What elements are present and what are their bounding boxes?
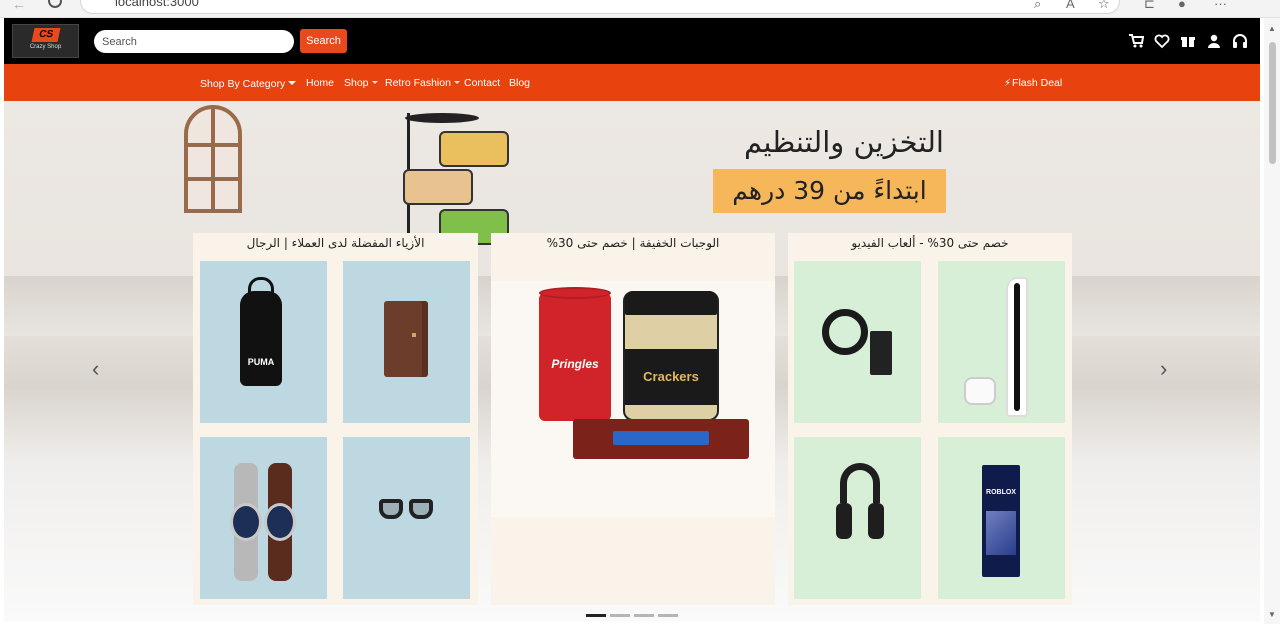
nav-shop[interactable]: Shop <box>344 77 378 89</box>
wallet-image <box>384 301 428 377</box>
page-scrollbar[interactable]: ▲ ▼ <box>1264 18 1280 624</box>
zoom-icon[interactable]: ⌕ <box>1034 0 1041 12</box>
pringles-brand: Pringles <box>551 357 599 371</box>
product-tile-watches[interactable] <box>200 437 327 599</box>
card-title: الأزياء المفضلة لدى العملاء | الرجال <box>246 236 425 250</box>
scroll-up-icon[interactable]: ▲ <box>1268 24 1276 33</box>
search-button[interactable]: Search <box>300 29 347 53</box>
carousel-indicators <box>586 614 678 617</box>
address-bar[interactable]: localhost:3000 <box>80 0 1120 14</box>
promo-card-video-games[interactable]: خصم حتى 30% - ألعاب الفيديو ROBLOX <box>788 233 1072 605</box>
gift-card-image: ROBLOX <box>982 465 1020 577</box>
lightning-icon: ⚡ <box>1004 78 1012 89</box>
nav-flash-deal[interactable]: ⚡Flash Deal <box>1004 77 1062 89</box>
card-title: الوجبات الخفيفة | خصم حتى 30% <box>546 236 720 250</box>
gift-icon[interactable] <box>1180 33 1196 49</box>
user-icon[interactable] <box>1206 33 1222 49</box>
browser-toolbar: ← localhost:3000 ⌕ A ☆ ⊏ ● ··· <box>0 0 1280 18</box>
nav-retro-fashion-label: Retro Fashion <box>385 77 451 89</box>
nav-contact[interactable]: Contact <box>464 77 500 89</box>
hero-price-banner: ابتداءً من 39 درهم <box>713 169 946 213</box>
nav-shop-by-category[interactable]: Shop By Category <box>200 78 297 90</box>
chocolate-bar <box>573 419 749 459</box>
scroll-down-icon[interactable]: ▼ <box>1268 610 1276 619</box>
back-icon[interactable]: ← <box>12 0 26 12</box>
product-tile-sunglasses[interactable] <box>343 437 470 599</box>
product-tile-backpack[interactable]: PUMA <box>200 261 327 423</box>
snacks-image: Pringles Crackers <box>491 281 775 517</box>
reload-icon[interactable] <box>48 0 62 8</box>
nav-shop-by-category-label: Shop By Category <box>200 78 286 90</box>
nav-retro-fashion[interactable]: Retro Fashion <box>385 77 460 89</box>
crackers-jar: Crackers <box>623 291 719 421</box>
watch-image <box>264 463 296 581</box>
site-logo[interactable]: CS Crazy Shop <box>12 24 79 58</box>
backpack-brand: PUMA <box>247 357 275 367</box>
chevron-down-icon <box>288 81 297 85</box>
carousel-next-arrow[interactable]: › <box>1160 356 1167 382</box>
carousel-dot[interactable] <box>658 614 678 617</box>
chevron-down-icon <box>371 81 378 84</box>
promo-card-snacks[interactable]: الوجبات الخفيفة | خصم حتى 30% Pringles C… <box>491 233 775 605</box>
sunglasses-image <box>379 499 437 523</box>
hero-carousel: التخزين والتنظيم ابتداءً من 39 درهم ‹ › … <box>4 101 1260 621</box>
racing-wheel-image <box>822 309 868 355</box>
nav-home[interactable]: Home <box>306 77 334 89</box>
search-input[interactable] <box>94 30 294 53</box>
chevron-down-icon <box>453 81 460 84</box>
logo-mark: CS <box>31 28 60 42</box>
crackers-brand: Crackers <box>625 349 717 405</box>
more-icon[interactable]: ··· <box>1214 0 1227 11</box>
product-tile-headset[interactable] <box>794 437 921 599</box>
product-tile-wallet[interactable] <box>343 261 470 423</box>
promo-card-men-fashion[interactable]: الأزياء المفضلة لدى العملاء | الرجال PUM… <box>193 233 478 605</box>
gift-card-brand: ROBLOX <box>986 489 1016 496</box>
card-title: خصم حتى 30% - ألعاب الفيديو <box>851 236 1009 250</box>
hero-title: التخزين والتنظيم <box>744 125 944 159</box>
carousel-dot[interactable] <box>610 614 630 617</box>
cart-icon[interactable] <box>1128 33 1145 49</box>
favorite-star-icon[interactable]: ☆ <box>1098 0 1110 12</box>
watch-image <box>230 463 262 581</box>
backpack-image: PUMA <box>240 277 282 386</box>
controller-image <box>964 377 996 405</box>
nav-blog[interactable]: Blog <box>509 77 530 89</box>
profile-avatar-icon[interactable]: ● <box>1178 0 1186 11</box>
game-console-image <box>1006 277 1028 417</box>
collections-icon[interactable]: ⊏ <box>1144 0 1155 12</box>
main-nav: Shop By Category Home Shop Retro Fashion… <box>4 64 1260 101</box>
product-tile-gift-card[interactable]: ROBLOX <box>938 437 1065 599</box>
headphones-icon[interactable] <box>1232 33 1248 49</box>
reader-icon[interactable]: A <box>1066 0 1075 11</box>
carousel-prev-arrow[interactable]: ‹ <box>92 356 99 382</box>
nav-shop-label: Shop <box>344 77 369 89</box>
carousel-dot[interactable] <box>586 614 606 617</box>
product-tile-console[interactable] <box>938 261 1065 423</box>
top-header: CS Crazy Shop Search <box>4 18 1260 64</box>
carousel-dot[interactable] <box>634 614 654 617</box>
product-tile-racing-wheel[interactable] <box>794 261 921 423</box>
header-icons <box>1128 33 1248 49</box>
logo-text: Crazy Shop <box>29 44 62 50</box>
nav-flash-deal-label: Flash Deal <box>1012 77 1063 89</box>
pedals-image <box>870 331 892 375</box>
pringles-can: Pringles <box>539 287 611 421</box>
scrollbar-thumb[interactable] <box>1269 42 1276 164</box>
headset-image <box>836 463 884 573</box>
hero-window-decoration <box>184 105 242 213</box>
heart-icon[interactable] <box>1154 33 1170 49</box>
